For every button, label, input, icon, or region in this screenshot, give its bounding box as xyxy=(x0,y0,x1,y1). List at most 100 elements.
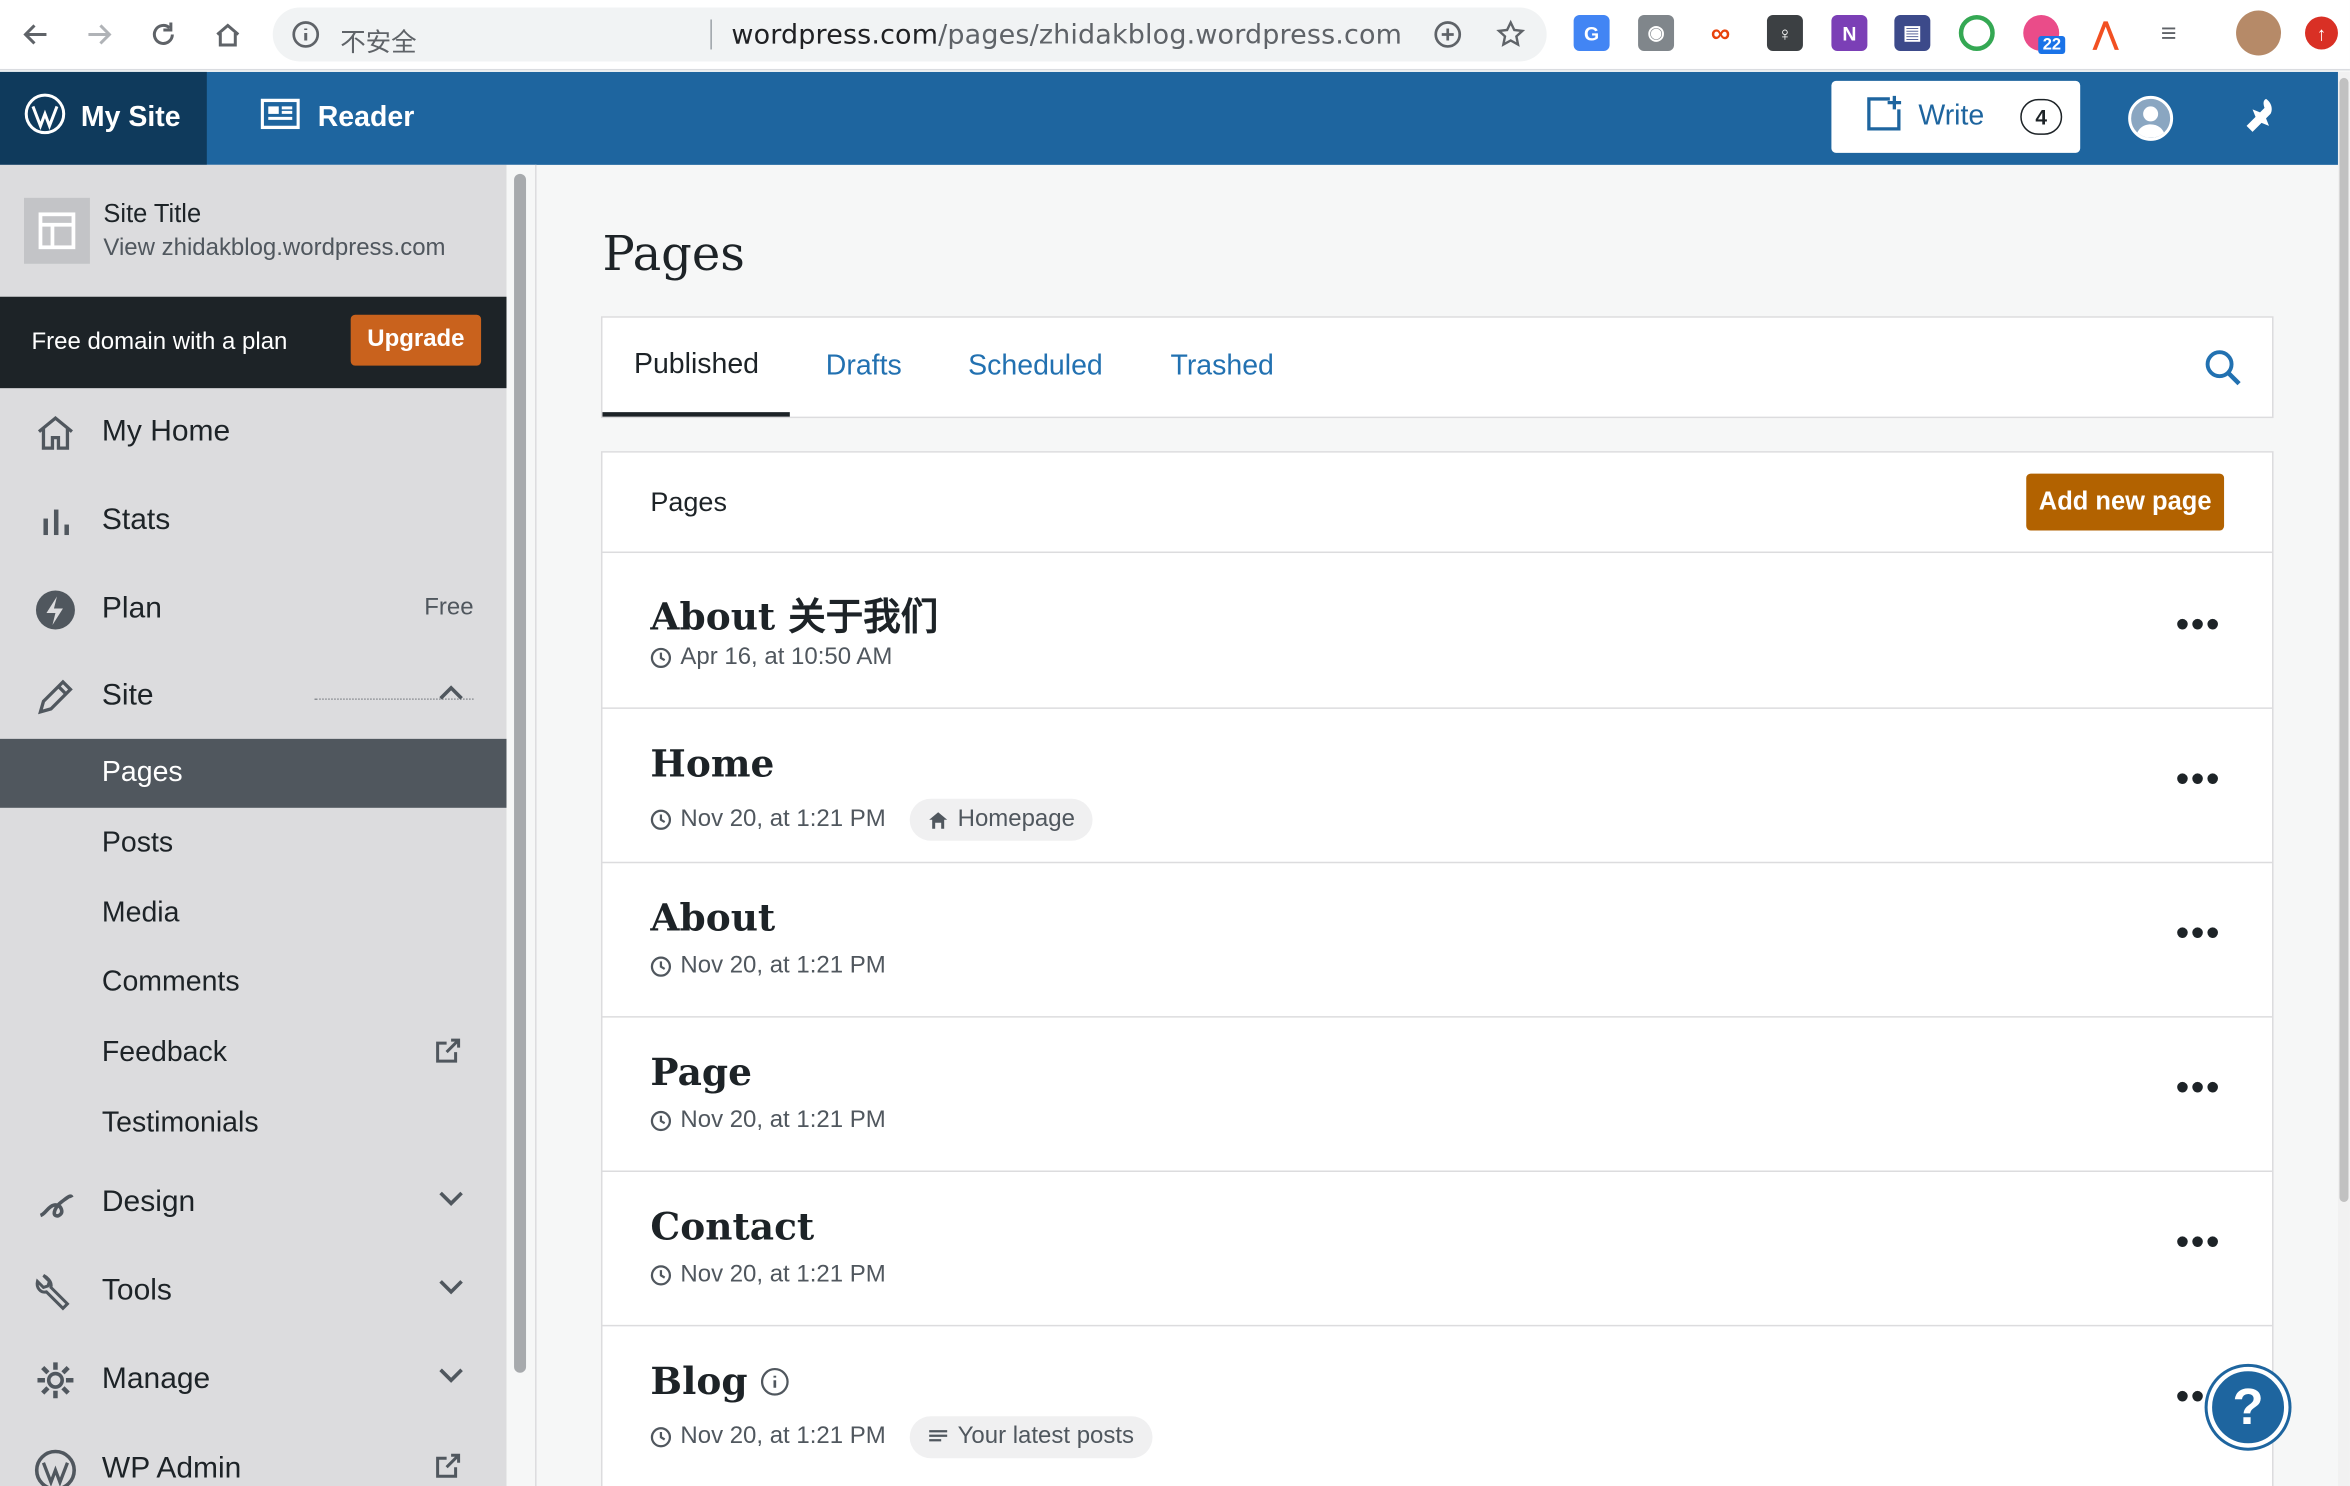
page-date: Nov 20, at 1:21 PM xyxy=(680,1423,886,1450)
onenote-extension-icon[interactable]: N xyxy=(1831,14,1868,51)
forward-icon[interactable] xyxy=(78,13,120,55)
site-title: Site Title xyxy=(103,199,202,228)
window-extension-icon[interactable]: ▤ xyxy=(1894,14,1931,51)
sidebar-item-site[interactable]: Site xyxy=(0,656,507,734)
pages-list: Pages Add new page About 关于我们 Apr 16, at… xyxy=(600,451,2274,1486)
upgrade-button[interactable]: Upgrade xyxy=(350,314,482,366)
bookmark-star-icon[interactable] xyxy=(1496,19,1526,56)
page-title-link[interactable]: Blog xyxy=(650,1359,790,1403)
page-meta: Nov 20, at 1:21 PM Your latest posts xyxy=(650,1416,1153,1459)
sidebar-subitem-posts[interactable]: Posts xyxy=(0,809,507,878)
my-site-button[interactable]: My Site xyxy=(0,71,207,165)
dribbble-extension-icon[interactable]: 22 xyxy=(2023,14,2066,54)
sidebar-subitem-pages[interactable]: Pages xyxy=(0,738,507,808)
table-row[interactable]: Home Nov 20, at 1:21 PM Homepage ••• xyxy=(602,709,2273,864)
camera-extension-icon[interactable]: ◉ xyxy=(1638,14,1675,51)
caret-extension-icon[interactable]: ⋀ xyxy=(2087,14,2124,51)
stats-bars-icon xyxy=(33,501,78,543)
table-row[interactable]: About Nov 20, at 1:21 PM ••• xyxy=(602,863,2273,1018)
wordpress-logo-icon xyxy=(24,93,66,144)
page-title-link[interactable]: Contact xyxy=(650,1205,814,1248)
sidebar-item-my-home[interactable]: My Home xyxy=(0,393,507,471)
sidebar-scrollbar-thumb[interactable] xyxy=(514,173,527,1373)
sidebar-item-label: Plan xyxy=(101,591,162,625)
info-icon[interactable] xyxy=(760,1366,790,1396)
page-date: Apr 16, at 10:50 AM xyxy=(680,644,893,670)
user-avatar-icon[interactable] xyxy=(2128,95,2174,141)
more-actions-icon[interactable]: ••• xyxy=(2176,758,2221,797)
sidebar-scrollbar[interactable] xyxy=(506,164,537,1486)
page-date: Nov 20, at 1:21 PM xyxy=(680,806,886,832)
more-actions-icon[interactable]: ••• xyxy=(2176,604,2221,643)
info-icon[interactable] xyxy=(291,19,321,56)
sidebar-item-label: Site xyxy=(101,678,154,712)
update-icon[interactable]: ↑ xyxy=(2305,16,2338,50)
address-bar[interactable]: 不安全 wordpress.com/pages/zhidakblog.wordp… xyxy=(272,7,1547,62)
list-extension-icon[interactable]: ≡ xyxy=(2150,14,2187,51)
badge-label: Your latest posts xyxy=(957,1423,1135,1450)
latest-posts-badge: Your latest posts xyxy=(909,1416,1153,1459)
table-row[interactable]: Contact Nov 20, at 1:21 PM ••• xyxy=(602,1172,2273,1327)
page-scrollbar-thumb[interactable] xyxy=(2339,77,2349,1202)
sidebar-subitem-label: Media xyxy=(101,897,180,930)
page-title-link[interactable]: Page xyxy=(650,1051,751,1094)
sidebar-subitem-media[interactable]: Media xyxy=(0,880,507,949)
add-new-page-button[interactable]: Add new page xyxy=(2026,473,2225,531)
more-actions-icon[interactable]: ••• xyxy=(2176,1067,2221,1106)
help-button[interactable]: ? xyxy=(2207,1366,2289,1448)
page-title-link[interactable]: About 关于我们 xyxy=(650,587,938,641)
clock-icon xyxy=(650,647,672,669)
bulb-extension-icon[interactable]: ♀ xyxy=(1766,14,1803,51)
sidebar-item-stats[interactable]: Stats xyxy=(0,481,507,559)
infinity-extension-icon[interactable]: ∞ xyxy=(1702,14,1739,51)
sidebar-item-manage[interactable]: Manage xyxy=(0,1340,507,1418)
sidebar-item-tools[interactable]: Tools xyxy=(0,1251,507,1329)
notifications-bell-icon[interactable] xyxy=(2236,93,2281,145)
reload-icon[interactable] xyxy=(142,13,184,55)
reader-button[interactable]: Reader xyxy=(243,72,414,165)
page-date: Nov 20, at 1:21 PM xyxy=(680,1107,886,1134)
circle-extension-icon[interactable] xyxy=(1958,14,1995,51)
extension-badge: 22 xyxy=(2038,35,2066,54)
table-row[interactable]: Page Nov 20, at 1:21 PM ••• xyxy=(602,1018,2273,1172)
profile-avatar-icon[interactable] xyxy=(2236,10,2282,56)
sidebar-subitem-comments[interactable]: Comments xyxy=(0,949,507,1018)
sidebar-subitem-label: Posts xyxy=(101,827,174,859)
clock-icon xyxy=(650,809,672,830)
page-title-link[interactable]: Home xyxy=(650,742,774,785)
back-icon[interactable] xyxy=(15,13,57,55)
table-row[interactable]: About 关于我们 Apr 16, at 10:50 AM ••• xyxy=(602,555,2273,709)
page-meta: Nov 20, at 1:21 PM xyxy=(650,953,886,980)
more-actions-icon[interactable]: ••• xyxy=(2176,1221,2221,1260)
write-button[interactable]: Write 4 xyxy=(1831,80,2081,153)
sidebar-item-wp-admin[interactable]: WP Admin xyxy=(0,1430,507,1486)
translate-extension-icon[interactable]: G xyxy=(1573,14,1610,51)
tab-drafts[interactable]: Drafts xyxy=(826,318,902,417)
site-layout-icon xyxy=(23,197,90,264)
page-title-link[interactable]: About xyxy=(650,896,775,939)
tab-trashed[interactable]: Trashed xyxy=(1170,318,1273,417)
tab-scheduled[interactable]: Scheduled xyxy=(968,318,1103,417)
install-icon[interactable] xyxy=(1433,19,1463,56)
clock-icon xyxy=(650,1427,672,1448)
sidebar-item-plan[interactable]: Plan Free xyxy=(0,570,507,648)
site-card[interactable]: Site Title View zhidakblog.wordpress.com xyxy=(0,164,507,297)
pencil-icon xyxy=(33,676,78,718)
sidebar-item-design[interactable]: Design xyxy=(0,1163,507,1241)
table-row[interactable]: Blog Nov 20, at 1:21 PM Your latest post… xyxy=(602,1326,2272,1480)
page-scrollbar[interactable] xyxy=(2337,71,2350,1486)
page-date: Nov 20, at 1:21 PM xyxy=(680,953,886,979)
external-link-icon xyxy=(435,1451,462,1485)
home-icon xyxy=(33,412,78,454)
home-icon[interactable] xyxy=(207,13,249,55)
sidebar-subitem-testimonials[interactable]: Testimonials xyxy=(0,1090,507,1159)
sidebar-subitem-feedback[interactable]: Feedback xyxy=(0,1019,507,1088)
divider xyxy=(710,19,712,50)
site-url-link[interactable]: View zhidakblog.wordpress.com xyxy=(103,235,463,262)
search-icon[interactable] xyxy=(2203,348,2242,394)
page-meta: Apr 16, at 10:50 AM xyxy=(650,644,892,671)
more-actions-icon[interactable]: ••• xyxy=(2176,913,2221,952)
url-text[interactable]: wordpress.com/pages/zhidakblog.wordpress… xyxy=(731,19,1402,50)
sidebar-item-label: WP Admin xyxy=(101,1451,242,1485)
tab-published[interactable]: Published xyxy=(602,318,791,417)
